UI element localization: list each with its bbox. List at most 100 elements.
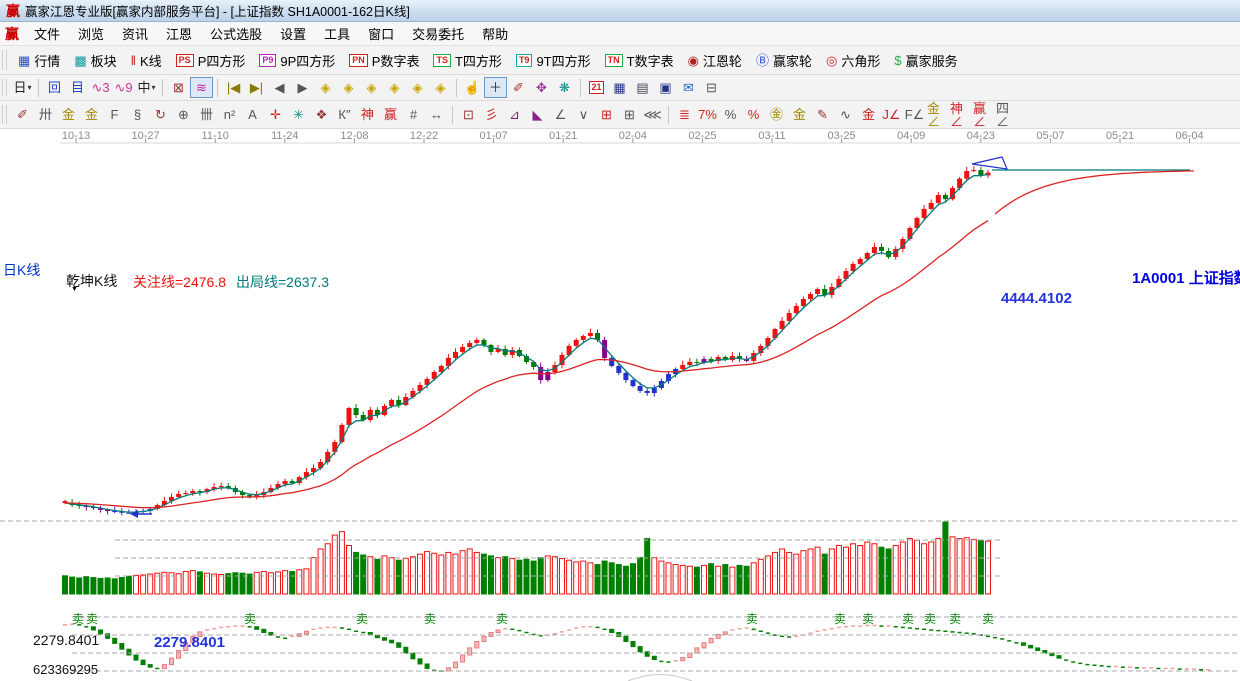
crosshair-target-button[interactable]: ✛	[264, 104, 287, 125]
angle-lines-button[interactable]: ∠	[549, 104, 572, 125]
nav-next-button[interactable]: ▶	[291, 77, 314, 98]
price-scale-button[interactable]: ≣	[673, 104, 696, 125]
ying-angle-button[interactable]: 赢∠	[972, 104, 995, 125]
notepad-button[interactable]: ▤	[631, 77, 654, 98]
crosshair-tool-button[interactable]: ＋	[484, 77, 507, 98]
menu-item-help[interactable]: 帮助	[473, 21, 517, 46]
percent-lines-button[interactable]: %	[742, 104, 765, 125]
gold-ruler-1-button[interactable]: 金	[57, 104, 80, 125]
menu-item-window[interactable]: 窗口	[359, 21, 403, 46]
toolbar-item-t-number-table[interactable]: TNT数字表	[598, 49, 681, 72]
nav-prev-button[interactable]: ◀	[268, 77, 291, 98]
fan-lines-button[interactable]: 彡	[480, 104, 503, 125]
hand-tool-button[interactable]: ☝	[461, 77, 484, 98]
page-left-button[interactable]: ◈	[314, 77, 337, 98]
n-square-ruler-button[interactable]: n²	[218, 104, 241, 125]
menu-item-gann[interactable]: 江恩	[157, 21, 201, 46]
price-grid-2-button[interactable]: ⊞	[618, 104, 641, 125]
candle-type-button[interactable]: 中▾	[135, 77, 158, 98]
star-target-button[interactable]: ✳	[287, 104, 310, 125]
gann-ruler-button[interactable]: 卅	[34, 104, 57, 125]
gann-box-button[interactable]: ⊡	[457, 104, 480, 125]
ying-ruler-button[interactable]: 赢	[379, 104, 402, 125]
grid-target-button[interactable]: ❖	[310, 104, 333, 125]
channel-lines-button[interactable]: ⋘	[641, 104, 664, 125]
toolbar-item-kline[interactable]: ‖K线	[124, 49, 169, 72]
gold-section-circle-button[interactable]: ㊎	[765, 104, 788, 125]
cycle-tool-button[interactable]: ❋	[553, 77, 576, 98]
wave-tool-button[interactable]: ∿	[834, 104, 857, 125]
menu-item-tools[interactable]: 工具	[315, 21, 359, 46]
toolbar-item-sectors[interactable]: ▩板块	[67, 49, 123, 72]
toolbar-item-winner-service[interactable]: $赢家服务	[887, 49, 964, 72]
save-button[interactable]: ▣	[654, 77, 677, 98]
period-selector-button[interactable]: 日▾	[11, 77, 34, 98]
toolbar-item-market-quotes[interactable]: ▦行情	[11, 49, 67, 72]
percent-tool-button[interactable]: %	[719, 104, 742, 125]
toolbar-item-gann-wheel[interactable]: ◉江恩轮	[681, 49, 749, 72]
toolbar-item-9t-square[interactable]: T99T四方形	[509, 49, 598, 72]
calendar-button[interactable]: 21	[585, 77, 608, 98]
gann-fan-box-button[interactable]: ⊿	[503, 104, 526, 125]
gann-frame-icon: ⊠	[173, 81, 184, 94]
compass-draw-button[interactable]: ✐	[11, 104, 34, 125]
gold-grid-button[interactable]: 金	[857, 104, 880, 125]
shen-ruler-button[interactable]: 神	[356, 104, 379, 125]
cycle-gauge-button[interactable]: ⊕	[172, 104, 195, 125]
f-angle-button[interactable]: F∠	[903, 104, 926, 125]
menu-item-trade[interactable]: 交易委托	[403, 21, 473, 46]
zigzag-button[interactable]: ∨	[572, 104, 595, 125]
price-grid-button[interactable]: ⊞	[595, 104, 618, 125]
k-marker-button[interactable]: К″	[333, 104, 356, 125]
send-mail-button[interactable]: ✉	[677, 77, 700, 98]
gold-section-lines-button[interactable]: 金	[788, 104, 811, 125]
nav-first-button[interactable]: |◀	[222, 77, 245, 98]
spiral-tool-button[interactable]: §	[126, 104, 149, 125]
menu-item-file[interactable]: 文件	[25, 21, 69, 46]
zoom-diamond-1-button[interactable]: ◈	[360, 77, 383, 98]
angle-measure-tool-button[interactable]: ✐	[507, 77, 530, 98]
menu-item-browse[interactable]: 浏览	[69, 21, 113, 46]
grid-ruler-button[interactable]: #	[402, 104, 425, 125]
time-ruler-button[interactable]: 卌	[195, 104, 218, 125]
full-diamond-button[interactable]: ◈	[429, 77, 452, 98]
gann-fan-box-2-button[interactable]: ◣	[526, 104, 549, 125]
f-ruler-button[interactable]: F	[103, 104, 126, 125]
colored-kline-button[interactable]: ≋	[190, 77, 213, 98]
j-angle-button[interactable]: J∠	[880, 104, 903, 125]
toolbar-item-9p-square[interactable]: P99P四方形	[252, 49, 342, 72]
wave-3-button[interactable]: ∿3	[89, 77, 112, 98]
percent-retrace-button[interactable]: 7%	[696, 104, 719, 125]
gold-ruler-2-button[interactable]: 金	[80, 104, 103, 125]
toolbar-item-hexagon[interactable]: ◎六角形	[819, 49, 887, 72]
toolbar-item-t-square[interactable]: TST四方形	[426, 49, 508, 72]
zoom-diamond-2-button[interactable]: ◈	[383, 77, 406, 98]
wave-9-button[interactable]: ∿9	[112, 77, 135, 98]
page-right-button[interactable]: ◈	[337, 77, 360, 98]
window-layout-button[interactable]: 回	[43, 77, 66, 98]
f-ruler-icon: F	[111, 108, 119, 121]
info-list-button[interactable]: 目	[66, 77, 89, 98]
nav-last-button[interactable]: ▶|	[245, 77, 268, 98]
gann-frame-button[interactable]: ⊠	[167, 77, 190, 98]
hexagon-icon: ◎	[826, 54, 837, 67]
si-angle-button[interactable]: 四∠	[995, 104, 1018, 125]
menu-item-formula-pick[interactable]: 公式选股	[201, 21, 271, 46]
chevron-down-icon[interactable]: ▼	[71, 286, 78, 293]
toolbar-item-p-square[interactable]: PSP四方形	[169, 49, 253, 72]
brush-tool-button[interactable]: ✎	[811, 104, 834, 125]
expand-diamond-button[interactable]: ◈	[406, 77, 429, 98]
a-ruler-button[interactable]: A	[241, 104, 264, 125]
angle-compass-button[interactable]: ↻	[149, 104, 172, 125]
shen-angle-button[interactable]: 神∠	[949, 104, 972, 125]
width-measure-button[interactable]: ↔	[425, 104, 448, 125]
gann-fan-tool-button[interactable]: ✥	[530, 77, 553, 98]
toolbar-item-label: P数字表	[372, 51, 420, 70]
menu-item-settings[interactable]: 设置	[271, 21, 315, 46]
calculator-button[interactable]: ▦	[608, 77, 631, 98]
printer-button[interactable]: ⊟	[700, 77, 723, 98]
menu-item-news[interactable]: 资讯	[113, 21, 157, 46]
toolbar-item-winner-wheel[interactable]: Ⓑ赢家轮	[749, 49, 819, 72]
toolbar-item-p-number-table[interactable]: PNP数字表	[342, 49, 426, 72]
gold-angle-button[interactable]: 金∠	[926, 104, 949, 125]
